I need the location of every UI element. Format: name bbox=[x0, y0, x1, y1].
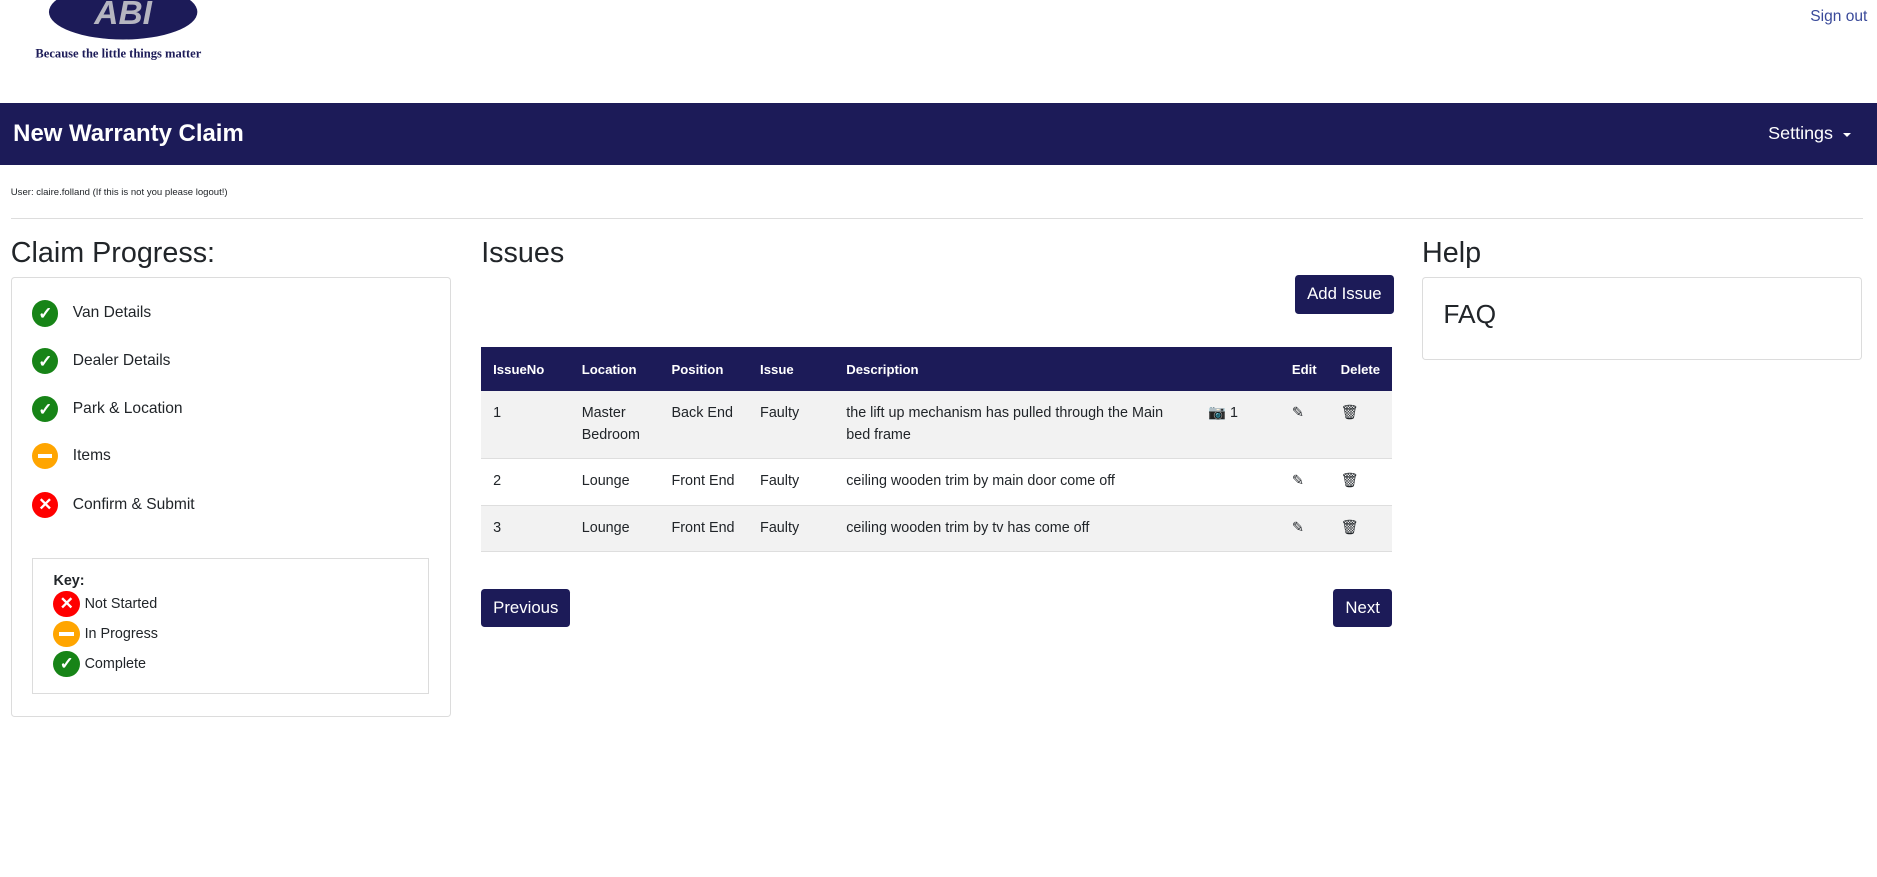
step-label: Confirm & Submit bbox=[72, 495, 195, 513]
add-issue-button[interactable]: Add Issue bbox=[1295, 275, 1394, 314]
col-position: Position bbox=[659, 347, 749, 392]
claim-progress-heading: Claim Progress: bbox=[10, 237, 216, 269]
cell-description: the lift up mechanism has pulled through… bbox=[834, 391, 1197, 460]
table-row: 3 Lounge Front End Faulty ceiling wooden… bbox=[481, 505, 1393, 553]
cell-issue: Faulty bbox=[748, 391, 835, 460]
trash-icon[interactable]: 🗑 bbox=[1341, 405, 1359, 421]
settings-dropdown[interactable]: Settings bbox=[1768, 123, 1851, 144]
step-dealer-details[interactable]: ✓ Dealer Details bbox=[32, 348, 171, 375]
abi-logo: ABI Because the little things matter bbox=[36, 0, 202, 60]
cell-issue: Faulty bbox=[748, 458, 835, 506]
table-row: 2 Lounge Front End Faulty ceiling wooden… bbox=[481, 458, 1393, 506]
divider bbox=[10, 217, 1863, 219]
trash-icon[interactable]: 🗑 bbox=[1341, 520, 1359, 536]
step-confirm-submit[interactable]: ✕ Confirm & Submit bbox=[32, 491, 195, 519]
cell-description: ceiling wooden trim by main door come of… bbox=[834, 458, 1197, 506]
cell-position: Front End bbox=[659, 505, 749, 553]
cell-no: 2 bbox=[481, 458, 570, 506]
logo-tagline: Because the little things matter bbox=[36, 46, 202, 60]
pencil-icon[interactable]: ✎ bbox=[1292, 473, 1304, 489]
x-icon: ✕ bbox=[53, 590, 80, 618]
col-issue-no: IssueNo bbox=[481, 347, 570, 392]
step-park-location[interactable]: ✓ Park & Location bbox=[32, 396, 183, 423]
col-photos bbox=[1196, 347, 1280, 392]
table-row: 1 Master Bedroom Back End Faulty the lif… bbox=[481, 391, 1393, 460]
status-key: Key: ✕ Not Started In Progress ✓ Complete bbox=[32, 557, 430, 694]
trash-icon[interactable]: 🗑 bbox=[1341, 473, 1359, 489]
cell-no: 1 bbox=[481, 391, 570, 460]
cell-issue: Faulty bbox=[748, 505, 835, 553]
step-label: Van Details bbox=[72, 304, 152, 322]
col-description: Description bbox=[834, 347, 1197, 392]
cell-photos bbox=[1196, 505, 1280, 553]
cell-position: Front End bbox=[659, 458, 749, 506]
cell-position: Back End bbox=[659, 391, 749, 460]
check-icon: ✓ bbox=[32, 348, 59, 375]
cell-no: 3 bbox=[481, 505, 570, 553]
previous-button[interactable]: Previous bbox=[481, 588, 571, 628]
col-delete: Delete bbox=[1328, 347, 1393, 392]
faq-link[interactable]: FAQ bbox=[1443, 299, 1496, 330]
key-title: Key: bbox=[53, 572, 85, 589]
step-label: Park & Location bbox=[72, 400, 183, 418]
key-complete: ✓ Complete bbox=[53, 649, 428, 679]
key-label: Complete bbox=[84, 655, 147, 672]
pencil-icon[interactable]: ✎ bbox=[1292, 405, 1304, 421]
step-label: Dealer Details bbox=[72, 352, 171, 370]
claim-progress-card: ✓ Van Details ✓ Dealer Details ✓ Park & Loc… bbox=[10, 276, 451, 717]
key-in-progress: In Progress bbox=[53, 619, 428, 649]
camera-icon[interactable]: 📷 bbox=[1208, 405, 1226, 421]
key-label: In Progress bbox=[84, 625, 158, 642]
minus-icon bbox=[32, 442, 59, 469]
col-issue: Issue bbox=[748, 347, 835, 392]
key-label: Not Started bbox=[84, 595, 158, 612]
check-icon: ✓ bbox=[32, 396, 59, 423]
next-button[interactable]: Next bbox=[1333, 588, 1392, 628]
pencil-icon[interactable]: ✎ bbox=[1292, 520, 1304, 536]
minus-icon bbox=[53, 620, 80, 647]
photo-count: 1 bbox=[1229, 405, 1238, 422]
help-card: FAQ bbox=[1422, 276, 1863, 360]
caret-down-icon bbox=[1842, 132, 1851, 138]
x-icon: ✕ bbox=[32, 491, 59, 519]
cell-location: Master Bedroom bbox=[569, 391, 660, 460]
page-title: New Warranty Claim bbox=[13, 119, 244, 147]
help-heading: Help bbox=[1422, 237, 1482, 269]
issues-table: IssueNo Location Position Issue Descript… bbox=[481, 347, 1393, 553]
settings-label: Settings bbox=[1768, 123, 1833, 144]
step-items[interactable]: Items bbox=[32, 442, 111, 469]
cell-photos bbox=[1196, 458, 1280, 506]
svg-text:ABI: ABI bbox=[93, 0, 152, 32]
cell-location: Lounge bbox=[569, 458, 660, 506]
step-van-details[interactable]: ✓ Van Details bbox=[32, 300, 152, 327]
check-icon: ✓ bbox=[32, 300, 59, 327]
col-location: Location bbox=[569, 347, 660, 392]
cell-location: Lounge bbox=[569, 505, 660, 553]
col-edit: Edit bbox=[1279, 347, 1329, 392]
step-label: Items bbox=[72, 446, 111, 464]
check-icon: ✓ bbox=[53, 650, 80, 677]
cell-photos[interactable]: 📷 1 bbox=[1196, 391, 1280, 460]
key-not-started: ✕ Not Started bbox=[53, 589, 428, 619]
navbar: New Warranty Claim Settings bbox=[0, 102, 1877, 166]
issues-heading: Issues bbox=[481, 237, 565, 269]
sign-out-link[interactable]: Sign out bbox=[1810, 8, 1867, 26]
user-info: User: claire.folland (If this is not you… bbox=[10, 186, 228, 198]
cell-description: ceiling wooden trim by tv has come off bbox=[834, 505, 1197, 553]
